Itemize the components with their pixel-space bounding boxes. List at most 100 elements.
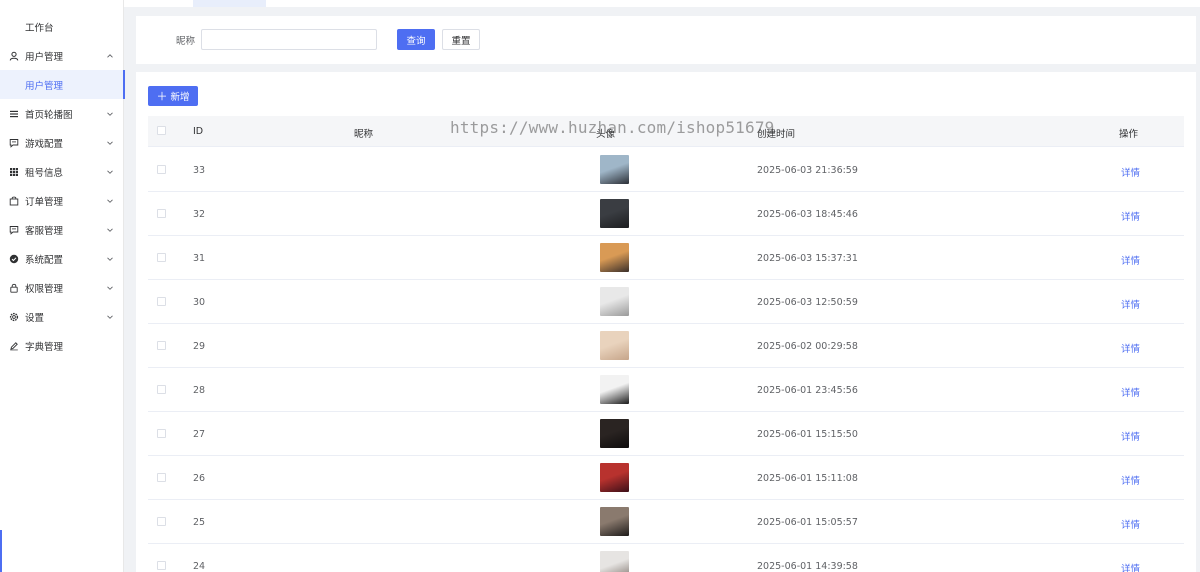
table-row: 28 2025-06-01 23:45:56 详情 — [148, 368, 1184, 412]
column-header-id: ID — [193, 126, 204, 137]
query-button[interactable]: 查询 — [397, 29, 435, 50]
sidebar-item-label: 用户管理 — [25, 51, 64, 63]
cell-id: 31 — [193, 253, 206, 264]
check-circle-icon — [9, 254, 19, 264]
cell-created-time: 2025-06-03 15:37:31 — [757, 253, 858, 264]
avatar — [600, 155, 629, 184]
list-icon — [9, 109, 19, 119]
add-button[interactable]: ＋ 新增 — [148, 86, 198, 106]
sidebar-item-home-carousel[interactable]: 首页轮播图 — [0, 99, 124, 128]
sidebar-item-system-config[interactable]: 系统配置 — [0, 244, 124, 273]
nickname-label: 昵称 — [176, 36, 196, 47]
table-row: 24 2025-06-01 14:39:58 详情 — [148, 544, 1184, 572]
sidebar-item-label: 订单管理 — [25, 196, 64, 208]
row-checkbox[interactable] — [157, 165, 166, 174]
sidebar-item-dictionary[interactable]: 字典管理 — [0, 331, 124, 360]
detail-link[interactable]: 详情 — [1121, 253, 1140, 267]
sidebar-item-order-management[interactable]: 订单管理 — [0, 186, 124, 215]
table-row: 26 2025-06-01 15:11:08 详情 — [148, 456, 1184, 500]
chevron-down-icon — [107, 285, 113, 290]
chevron-down-icon — [107, 198, 113, 203]
row-checkbox[interactable] — [157, 429, 166, 438]
chevron-down-icon — [107, 140, 113, 145]
sidebar-subitem-user-management[interactable]: 用户管理 — [0, 70, 125, 99]
row-checkbox[interactable] — [157, 209, 166, 218]
chevron-up-icon — [107, 53, 113, 58]
sidebar-item-label: 设置 — [25, 312, 45, 324]
row-checkbox[interactable] — [157, 473, 166, 482]
sidebar-item-settings[interactable]: 设置 — [0, 302, 124, 331]
sidebar-item-label: 游戏配置 — [25, 138, 64, 150]
tab-bar — [124, 0, 1200, 7]
sidebar-item-workbench[interactable]: 工作台 — [0, 12, 124, 41]
detail-link[interactable]: 详情 — [1121, 209, 1140, 223]
gear-icon — [9, 312, 19, 322]
sidebar-item-user-management[interactable]: 用户管理 — [0, 41, 124, 70]
search-panel: 昵称 查询 重置 — [136, 16, 1196, 64]
cell-created-time: 2025-06-01 15:15:50 — [757, 429, 858, 440]
sidebar-item-label: 客服管理 — [25, 225, 64, 237]
reset-button[interactable]: 重置 — [442, 29, 480, 50]
column-header-avatar: 头像 — [596, 129, 616, 140]
avatar — [600, 507, 629, 536]
sidebar: 工作台 用户管理 用户管理 首页轮播图 游戏配置 租号信息 订单管理 客服管理 … — [0, 0, 125, 572]
cell-id: 28 — [193, 385, 206, 396]
cell-id: 26 — [193, 473, 206, 484]
detail-link[interactable]: 详情 — [1121, 473, 1140, 487]
sidebar-item-permission[interactable]: 权限管理 — [0, 273, 124, 302]
detail-link[interactable]: 详情 — [1121, 165, 1140, 179]
table-row: 33 2025-06-03 21:36:59 详情 — [148, 148, 1184, 192]
chevron-down-icon — [107, 227, 113, 232]
user-icon — [9, 51, 19, 61]
sidebar-item-label: 首页轮播图 — [25, 109, 73, 121]
table-panel: ＋ 新增 ID 昵称 头像 创建时间 操作 33 2025-06-03 21:36… — [136, 72, 1196, 572]
detail-link[interactable]: 详情 — [1121, 341, 1140, 355]
row-checkbox[interactable] — [157, 297, 166, 306]
select-all-checkbox[interactable] — [157, 126, 166, 135]
chevron-down-icon — [107, 169, 113, 174]
sidebar-item-customer-service[interactable]: 客服管理 — [0, 215, 124, 244]
row-checkbox[interactable] — [157, 385, 166, 394]
avatar — [600, 419, 629, 448]
scroll-indicator — [0, 530, 2, 572]
avatar — [600, 287, 629, 316]
sidebar-item-label: 用户管理 — [25, 80, 64, 92]
detail-link[interactable]: 详情 — [1121, 385, 1140, 399]
detail-link[interactable]: 详情 — [1121, 297, 1140, 311]
avatar — [600, 199, 629, 228]
detail-link[interactable]: 详情 — [1121, 429, 1140, 443]
nickname-search-input[interactable] — [201, 29, 377, 50]
sidebar-item-game-config[interactable]: 游戏配置 — [0, 128, 124, 157]
grid-icon — [9, 167, 19, 177]
row-checkbox[interactable] — [157, 341, 166, 350]
table-row: 31 2025-06-03 15:37:31 详情 — [148, 236, 1184, 280]
column-header-nickname: 昵称 — [354, 129, 374, 140]
sidebar-item-label: 租号信息 — [25, 167, 64, 179]
cell-created-time: 2025-06-03 12:50:59 — [757, 297, 858, 308]
row-checkbox[interactable] — [157, 253, 166, 262]
table-header: ID 昵称 头像 创建时间 操作 — [148, 116, 1184, 147]
add-button-label: 新增 — [170, 92, 190, 103]
sidebar-item-rental-info[interactable]: 租号信息 — [0, 157, 124, 186]
avatar — [600, 551, 629, 572]
detail-link[interactable]: 详情 — [1121, 561, 1140, 572]
row-checkbox[interactable] — [157, 517, 166, 526]
cell-id: 30 — [193, 297, 206, 308]
cell-created-time: 2025-06-01 23:45:56 — [757, 385, 858, 396]
cell-id: 32 — [193, 209, 206, 220]
table-row: 29 2025-06-02 00:29:58 详情 — [148, 324, 1184, 368]
row-checkbox[interactable] — [157, 561, 166, 570]
detail-link[interactable]: 详情 — [1121, 517, 1140, 531]
avatar — [600, 331, 629, 360]
avatar — [600, 463, 629, 492]
chevron-down-icon — [107, 256, 113, 261]
avatar — [600, 243, 629, 272]
table-row: 32 2025-06-03 18:45:46 详情 — [148, 192, 1184, 236]
cell-created-time: 2025-06-02 00:29:58 — [757, 341, 858, 352]
active-tab-indicator[interactable] — [193, 0, 266, 7]
sidebar-item-label: 权限管理 — [25, 283, 64, 295]
cell-id: 25 — [193, 517, 206, 528]
cell-created-time: 2025-06-01 14:39:58 — [757, 561, 858, 572]
chat-icon — [9, 225, 19, 235]
cell-id: 24 — [193, 561, 206, 572]
